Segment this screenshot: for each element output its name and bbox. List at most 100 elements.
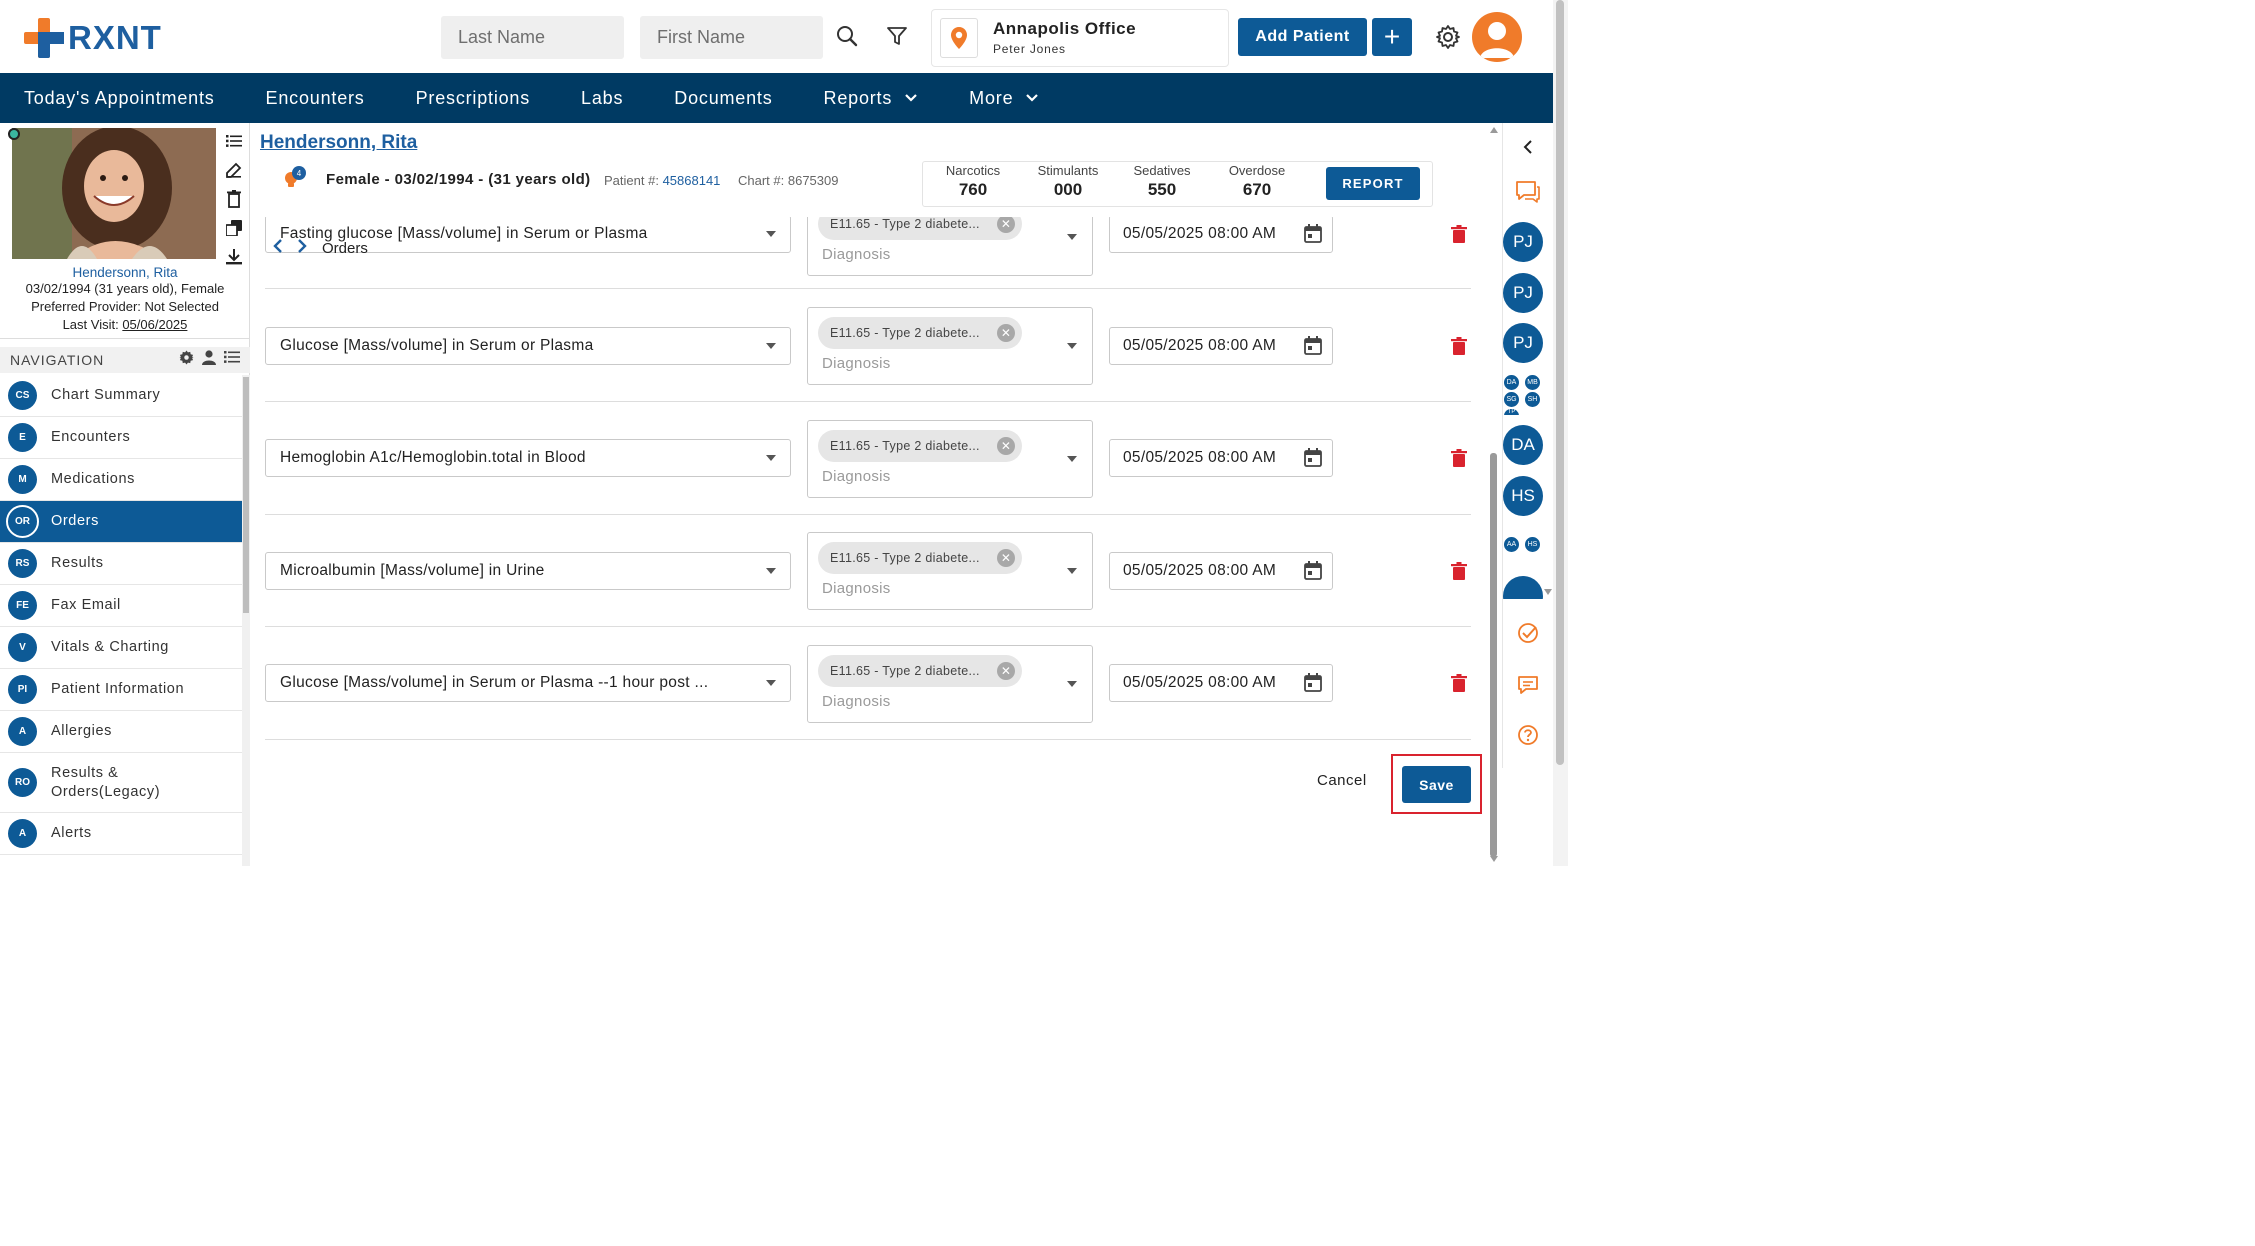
last-name-search-input[interactable] [441,16,624,59]
nav-todays-appointments[interactable]: Today's Appointments [24,88,215,109]
provider-avatar[interactable]: PJ [1503,576,1543,599]
sidebar-item-results-orders-legacy[interactable]: RO Results & Orders(Legacy) [0,753,242,813]
lab-test-select[interactable]: Microalbumin [Mass/volume] in Urine [265,552,791,590]
settings-gear-icon[interactable] [1435,24,1461,50]
copy-icon[interactable] [224,218,244,238]
mini-avatar[interactable]: SG [1503,391,1520,408]
lab-test-select[interactable]: Hemoglobin A1c/Hemoglobin.total in Blood [265,439,791,477]
help-icon[interactable] [1515,722,1541,748]
remove-chip-icon[interactable]: ✕ [997,215,1015,233]
sidebar-item-medications[interactable]: M Medications [0,459,242,501]
calendar-icon[interactable] [1304,336,1322,355]
mini-avatar[interactable]: DA [1503,374,1520,391]
task-check-icon[interactable] [1515,620,1541,646]
chevron-right-icon[interactable] [296,239,308,257]
order-date-field[interactable]: 05/05/2025 08:00 AM [1109,327,1333,365]
diagnosis-select[interactable]: E11.65 - Type 2 diabete... ✕ Diagnosis [807,645,1093,723]
delete-icon[interactable] [224,189,244,209]
sidebar-item-encounters[interactable]: E Encounters [0,417,242,459]
filter-icon[interactable] [883,22,911,50]
patient-number-link[interactable]: 45868141 [663,173,721,188]
nav-settings-gear-icon[interactable] [179,350,194,370]
nav-prescriptions[interactable]: Prescriptions [416,88,530,109]
list-icon[interactable] [224,131,244,151]
sidebar-item-chart-summary[interactable]: CS Chart Summary [0,375,242,417]
trash-icon[interactable] [1451,225,1467,243]
chat-bubbles-icon[interactable] [1515,179,1541,205]
office-selector[interactable]: Annapolis Office Peter Jones [931,9,1229,67]
navigation-scrollbar[interactable] [242,375,250,866]
search-icon[interactable] [833,22,861,50]
last-visit-date-link[interactable]: 05/06/2025 [122,317,187,332]
chevron-left-icon[interactable] [272,239,284,257]
main-scrollbar[interactable] [1488,123,1500,866]
lab-test-select[interactable]: Glucose [Mass/volume] in Serum or Plasma… [265,664,791,702]
calendar-icon[interactable] [1304,448,1322,467]
remove-chip-icon[interactable]: ✕ [997,549,1015,567]
download-icon[interactable] [224,247,244,267]
first-name-search-input[interactable] [640,16,823,59]
provider-avatar[interactable]: HS [1503,476,1543,516]
remove-chip-icon[interactable]: ✕ [997,662,1015,680]
sidebar-item-orders[interactable]: OR Orders [0,501,242,543]
sidebar-item-vitals-charting[interactable]: V Vitals & Charting [0,627,242,669]
order-date-field[interactable]: 05/05/2025 08:00 AM [1109,215,1333,253]
nav-labs[interactable]: Labs [581,88,623,109]
scroll-up-icon[interactable] [1489,126,1499,134]
user-avatar[interactable] [1472,12,1522,62]
scroll-down-icon[interactable] [1489,855,1499,863]
calendar-icon[interactable] [1304,224,1322,243]
diagnosis-chip: E11.65 - Type 2 diabete... ✕ [818,542,1022,574]
mini-avatar[interactable]: SH [1524,391,1541,408]
page-scrollbar[interactable] [1553,0,1568,866]
mini-avatar[interactable]: HS [1524,536,1541,553]
diagnosis-select[interactable]: E11.65 - Type 2 diabete... ✕ Diagnosis [807,532,1093,610]
save-button[interactable]: Save [1402,766,1471,803]
trash-icon[interactable] [1451,674,1467,692]
lab-test-select[interactable]: Glucose [Mass/volume] in Serum or Plasma [265,327,791,365]
sidebar-item-allergies[interactable]: A Allergies [0,711,242,753]
provider-avatar[interactable]: PJ [1503,222,1543,262]
order-date-field[interactable]: 05/05/2025 08:00 AM [1109,664,1333,702]
patient-card-name[interactable]: Hendersonn, Rita [0,265,250,280]
provider-avatar[interactable]: DA [1503,425,1543,465]
remove-chip-icon[interactable]: ✕ [997,437,1015,455]
sidebar-item-alerts[interactable]: A Alerts [0,813,242,855]
risk-narcotics: Narcotics 760 [945,163,1001,199]
diagnosis-select[interactable]: E11.65 - Type 2 diabete... ✕ Diagnosis [807,307,1093,385]
nav-reports[interactable]: Reports [824,88,919,109]
sidebar-item-fax-email[interactable]: FE Fax Email [0,585,242,627]
chart-number: Chart #: 8675309 [738,173,839,188]
sidebar-item-patient-information[interactable]: PI Patient Information [0,669,242,711]
rail-scroll-down-icon[interactable] [1544,589,1552,595]
sidebar-item-results[interactable]: RS Results [0,543,242,585]
rxnt-logo[interactable]: RXNT [24,18,162,58]
calendar-icon[interactable] [1304,561,1322,580]
trash-icon[interactable] [1451,449,1467,467]
collapse-chevron-icon[interactable] [1515,134,1541,160]
patient-name-link[interactable]: Hendersonn, Rita [260,132,417,154]
nav-encounters[interactable]: Encounters [266,88,365,109]
nav-person-icon[interactable] [202,350,216,370]
nav-documents[interactable]: Documents [674,88,772,109]
cancel-button[interactable]: Cancel [1317,772,1367,789]
mini-avatar[interactable]: MB [1524,374,1541,391]
mini-avatar[interactable]: AA [1503,536,1520,553]
trash-icon[interactable] [1451,562,1467,580]
nav-list-icon[interactable] [224,350,240,370]
calendar-icon[interactable] [1304,673,1322,692]
provider-avatar[interactable]: PJ [1503,273,1543,313]
diagnosis-select[interactable]: E11.65 - Type 2 diabete... ✕ Diagnosis [807,420,1093,498]
add-patient-button[interactable]: Add Patient [1238,18,1367,56]
message-icon[interactable] [1515,672,1541,698]
order-date-field[interactable]: 05/05/2025 08:00 AM [1109,552,1333,590]
order-date-field[interactable]: 05/05/2025 08:00 AM [1109,439,1333,477]
nav-more[interactable]: More [969,88,1039,109]
mini-avatar[interactable]: TP [1503,408,1520,416]
remove-chip-icon[interactable]: ✕ [997,324,1015,342]
edit-icon[interactable] [224,160,244,180]
provider-avatar[interactable]: PJ [1503,323,1543,363]
add-plus-button[interactable]: + [1372,18,1412,56]
trash-icon[interactable] [1451,337,1467,355]
report-button[interactable]: REPORT [1326,167,1420,200]
